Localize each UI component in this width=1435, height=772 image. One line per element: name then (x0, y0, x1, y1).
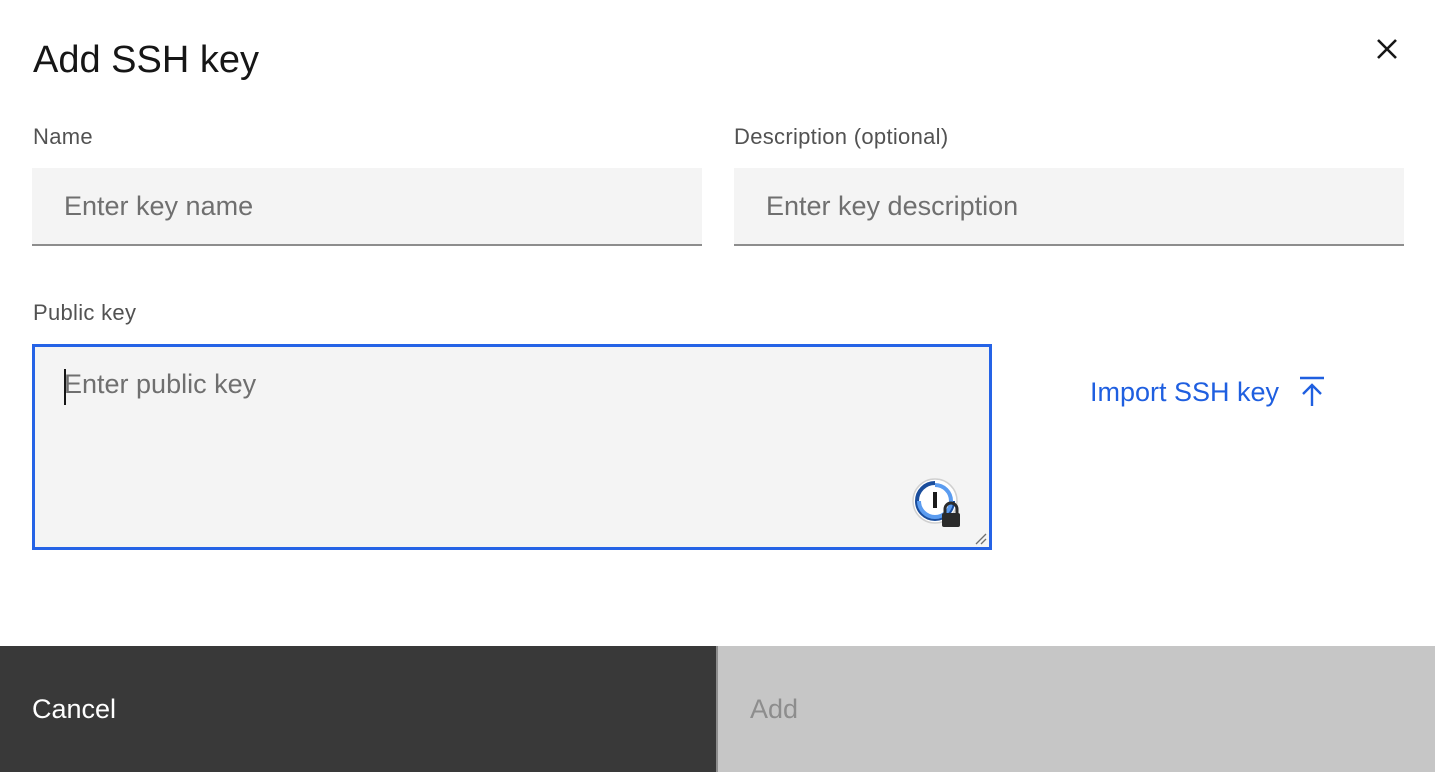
public-key-field (32, 344, 992, 550)
import-ssh-key-link[interactable]: Import SSH key (1090, 374, 1327, 410)
modal-footer: Cancel Add (0, 646, 1435, 772)
add-ssh-key-modal: Add SSH key Name Description (optional) … (0, 0, 1435, 772)
import-ssh-key-label: Import SSH key (1090, 377, 1280, 407)
close-icon (1377, 39, 1397, 59)
modal-title: Add SSH key (33, 39, 259, 81)
resize-handle-icon[interactable] (973, 531, 987, 545)
text-caret (64, 369, 66, 405)
public-key-label: Public key (33, 300, 137, 325)
public-key-textarea[interactable] (35, 347, 989, 547)
name-label: Name (33, 124, 93, 149)
add-button[interactable]: Add (718, 646, 1435, 772)
close-button[interactable] (1366, 28, 1408, 70)
cancel-button[interactable]: Cancel (0, 646, 716, 772)
name-input[interactable] (32, 168, 702, 246)
description-input[interactable] (734, 168, 1404, 246)
description-label: Description (optional) (734, 124, 949, 149)
password-manager-icon[interactable] (911, 477, 965, 531)
upload-icon (1297, 375, 1327, 409)
